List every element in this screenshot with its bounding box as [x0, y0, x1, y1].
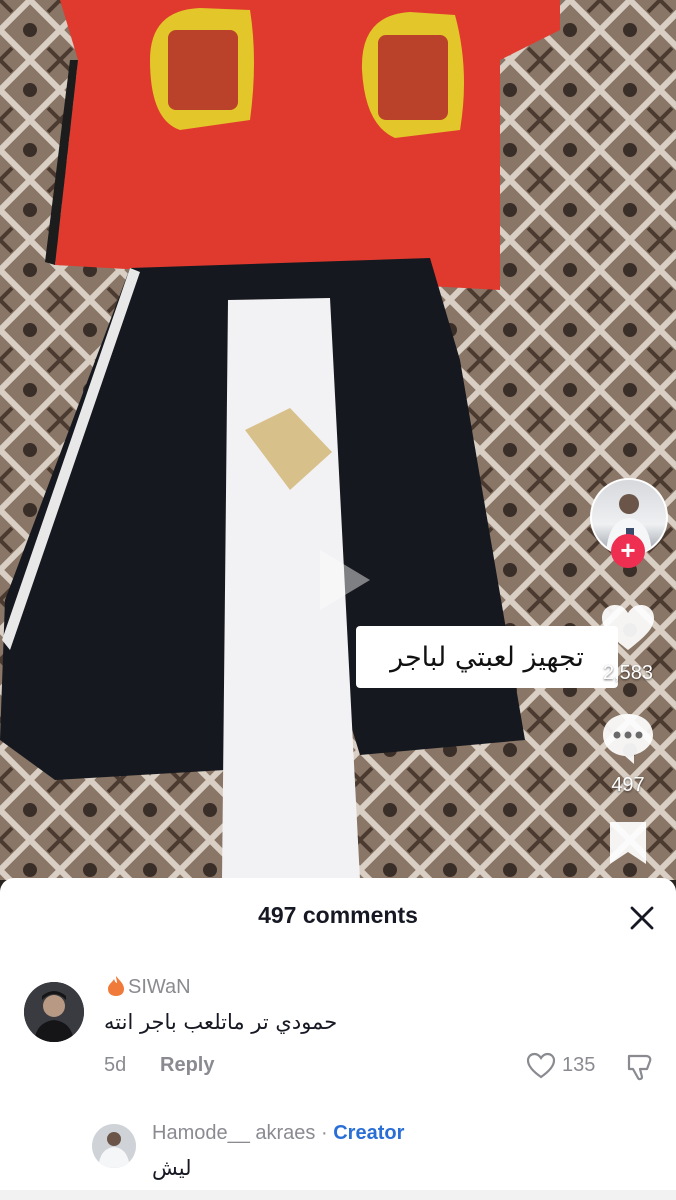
comment-username[interactable]: Hamode__ akraes: [152, 1122, 315, 1144]
comments-sheet: 497 comments SIWaN حمودي تر ماتلعب باجر …: [0, 878, 676, 1200]
like-count: 2,583: [602, 662, 654, 684]
comments-title: 497 comments: [258, 902, 418, 928]
video-caption: تجهيز لعبتي لباجر: [356, 626, 618, 688]
avatar[interactable]: [92, 1124, 136, 1168]
comment-text: ليش: [152, 1156, 192, 1180]
reply-button[interactable]: Reply: [160, 1054, 214, 1077]
video-player[interactable]: تجهيز لعبتي لباجر + 2,583 497: [0, 0, 676, 880]
bottom-bar: [0, 1190, 676, 1200]
creator-badge: Creator: [333, 1122, 405, 1144]
red-jersey: [55, 0, 560, 290]
comment-username-line: Hamode__ akraes · Creator: [152, 1122, 404, 1145]
flame-icon: [108, 976, 124, 996]
comment-count: 497: [611, 774, 645, 796]
comment-age: 5d: [104, 1054, 127, 1076]
comment-username[interactable]: SIWaN: [128, 976, 191, 999]
follow-plus-icon[interactable]: +: [611, 534, 645, 568]
close-icon[interactable]: [626, 902, 658, 934]
comment-text: حمودي تر ماتلعب باجر انته: [104, 1010, 338, 1034]
video-frame: [0, 0, 676, 880]
play-icon[interactable]: [300, 540, 380, 620]
separator-dot: ·: [321, 1122, 328, 1144]
heart-icon[interactable]: [600, 604, 656, 654]
avatar-image: [24, 982, 84, 1042]
dislike-icon[interactable]: [626, 1052, 656, 1082]
comment-like-count: 135: [562, 1054, 596, 1076]
avatar-image: [92, 1124, 136, 1168]
bookmark-icon[interactable]: [606, 820, 650, 866]
heart-outline-icon[interactable]: [526, 1052, 556, 1080]
comment-bubble-icon[interactable]: [600, 710, 656, 766]
avatar[interactable]: [24, 982, 84, 1042]
